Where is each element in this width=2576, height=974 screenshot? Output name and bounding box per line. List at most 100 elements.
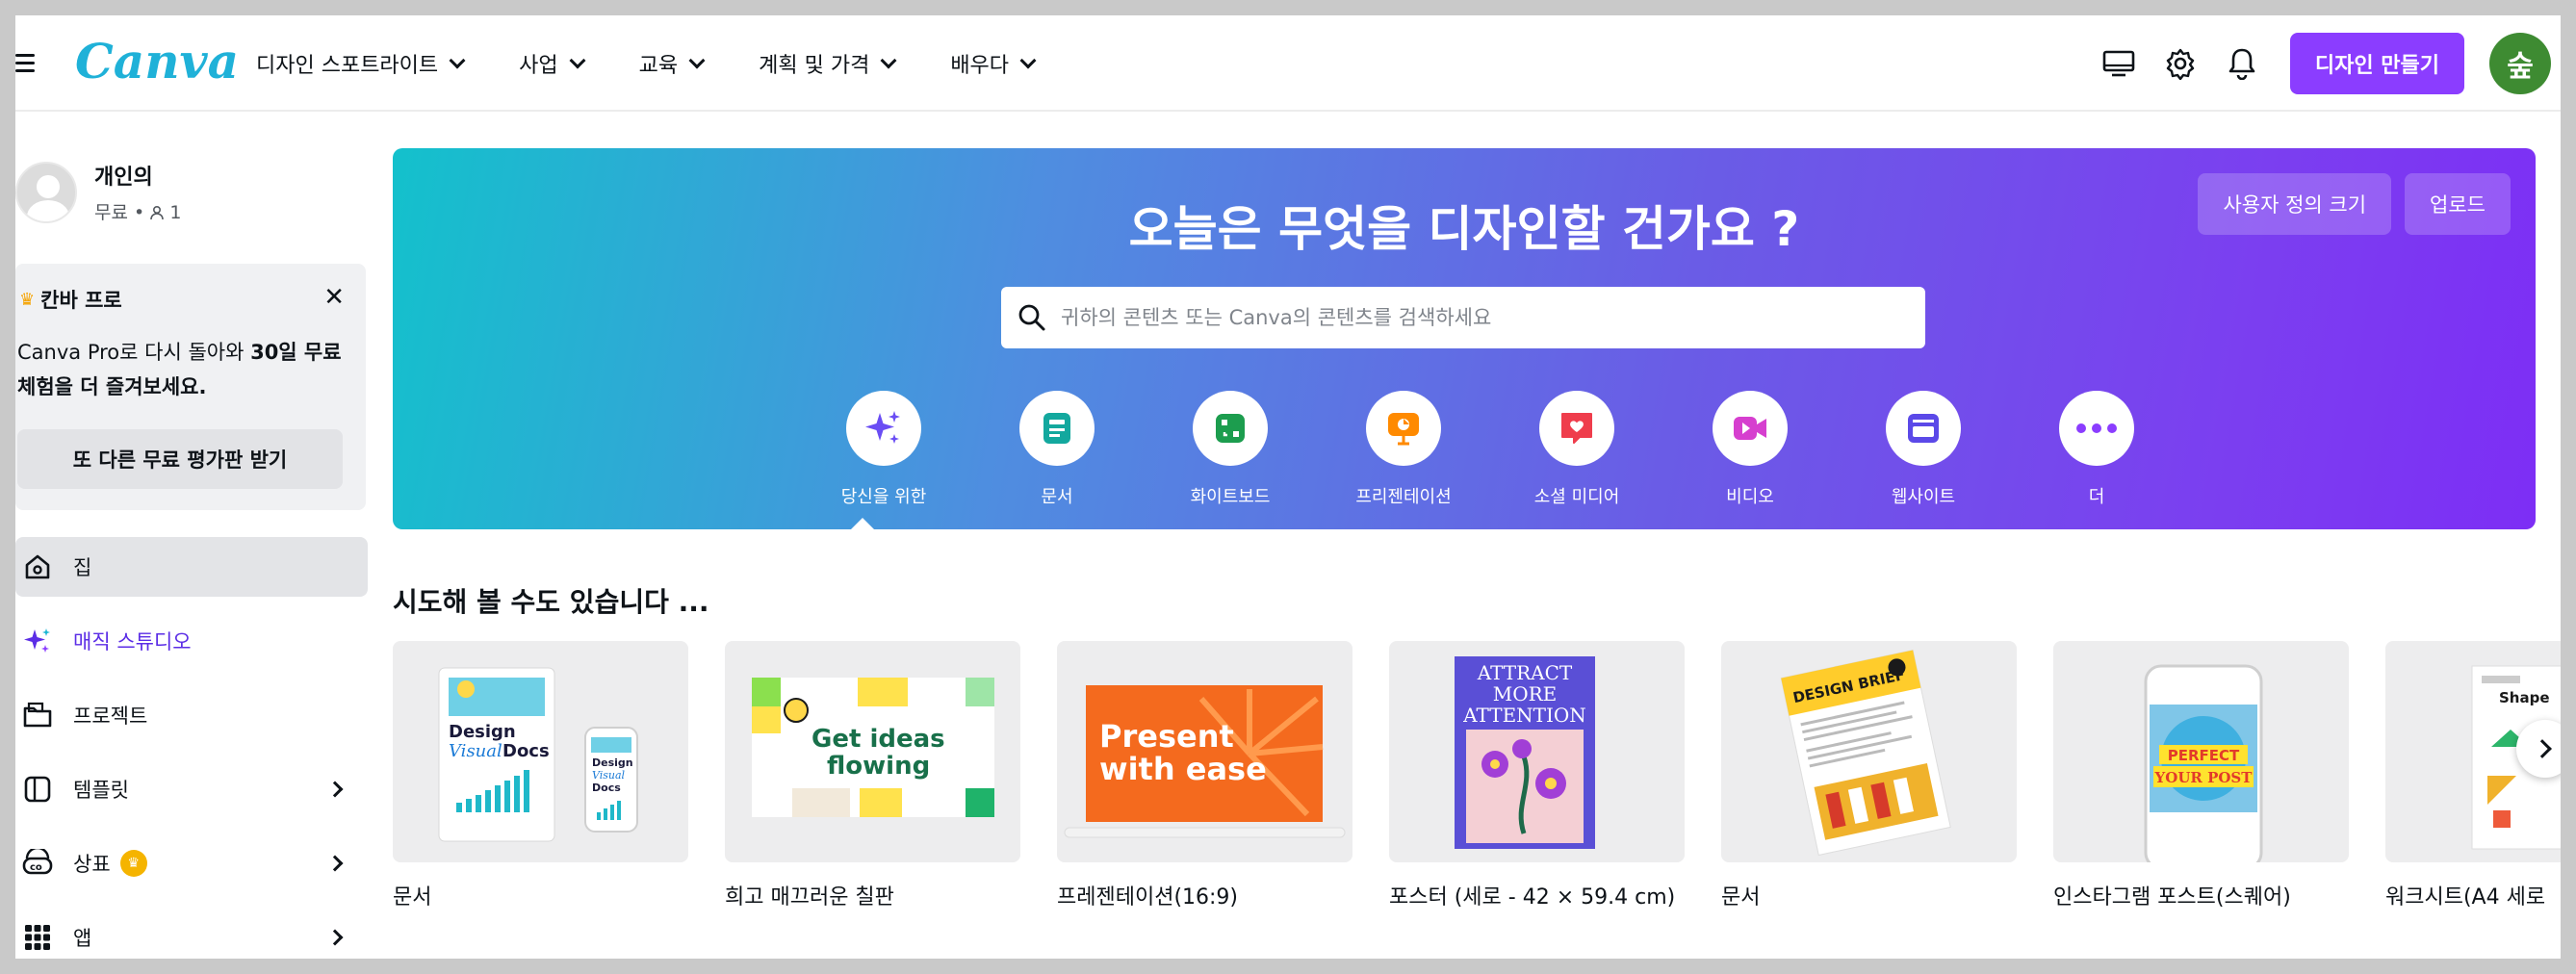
promo-body-bold: 30일 무료 [250,341,342,364]
chevron-right-icon [2533,739,2552,758]
magic-sparkle-icon [21,625,54,657]
promo-body-bold-2: 체험을 더 즐겨보세요. [17,375,207,398]
card-label: 희고 매끄러운 칠판 [725,885,894,910]
category-label: 웹사이트 [1891,487,1956,507]
sidebar-item-templates[interactable]: 템플릿 [15,759,368,819]
category-social-media[interactable]: 소셜 미디어 [1490,391,1663,508]
promo-body-text: Canva Pro로 다시 돌아와 [17,341,251,364]
svg-text:ATTENTION: ATTENTION [1462,704,1586,727]
nav-label: 디자인 스포트라이트 [256,54,439,78]
category-more[interactable]: 더 [2010,391,2183,508]
card-label: 문서 [393,885,432,910]
svg-text:co: co [30,862,42,873]
template-card[interactable]: Get ideas flowing 희고 매끄러운 칠판 [725,641,1020,910]
nav-label: 배우다 [950,54,1010,78]
poster-thumbnail: ATTRACT MORE ATTENTION [1389,641,1685,862]
document-icon [1019,391,1095,466]
sidebar: 개인의 무료 • 1 ♛ 칸바 프로 ✕ Canva Pro로 다시 돌아와 30… [15,112,381,959]
gear-icon[interactable] [2161,44,2200,83]
sidebar-menu: 집 매직 스튜디오 프로젝트 템플릿 co 상표 ♛ 앱 [15,537,368,959]
nav-education[interactable]: 교육 [639,48,706,79]
category-for-you[interactable]: 당신을 위한 [797,391,970,508]
category-docs[interactable]: 문서 [970,391,1144,508]
sidebar-item-label: 템플릿 [73,779,129,802]
profile-name: 개인의 [94,166,153,190]
separator-dot: • [134,202,151,223]
category-label: 더 [2088,487,2105,507]
sidebar-item-label: 프로젝트 [73,705,148,728]
top-nav: 디자인 스포트라이트 사업 교육 계획 및 가격 배우다 [256,15,1037,112]
upload-button[interactable]: 업로드 [2405,173,2511,235]
close-icon[interactable]: ✕ [323,283,345,312]
member-count: 1 [169,202,182,223]
svg-text:Get ideas: Get ideas [811,725,945,754]
search-input[interactable] [1061,306,1908,329]
nav-business[interactable]: 사업 [519,48,586,79]
category-website[interactable]: 웹사이트 [1837,391,2010,508]
search-icon [1018,304,1045,331]
promo-body: Canva Pro로 다시 돌아와 30일 무료체험을 더 즐겨보세요. [17,335,354,404]
category-presentation[interactable]: 프리젠테이션 [1317,391,1490,508]
chevron-down-icon [569,52,586,69]
hero-banner: 오늘은 무엇을 디자인할 건가요 ? 사용자 정의 크기 업로드 당신을 위한 … [393,148,2536,531]
search-bar[interactable] [1001,287,1925,348]
svg-text:YOUR POST: YOUR POST [2154,769,2254,786]
sidebar-item-magic-studio[interactable]: 매직 스튜디오 [15,611,368,671]
svg-text:Visual: Visual [449,741,502,761]
svg-text:Shape: Shape [2499,689,2550,706]
sidebar-item-label: 매직 스튜디오 [73,630,192,654]
home-icon [21,551,54,583]
svg-text:MORE: MORE [1493,682,1558,705]
sparkle-icon [846,391,921,466]
template-card[interactable]: PERFECT YOUR POST 인스타그램 포스트(스퀘어) [2053,641,2349,910]
whiteboard-thumbnail: Get ideas flowing [725,641,1020,862]
sidebar-item-apps[interactable]: 앱 [15,908,368,959]
canva-logo[interactable]: Canva [75,33,239,90]
menu-icon[interactable] [15,54,35,73]
brand-icon: co [21,847,54,880]
promo-title-text: 칸바 프로 [40,289,122,312]
custom-size-button[interactable]: 사용자 정의 크기 [2198,173,2392,235]
chevron-down-icon [449,52,466,69]
folder-icon [21,699,54,731]
category-label: 당신을 위한 [840,487,927,507]
create-design-button[interactable]: 디자인 만들기 [2289,33,2464,94]
svg-text:Visual: Visual [592,769,626,782]
free-trial-button[interactable]: 또 다른 무료 평가판 받기 [17,429,343,489]
chevron-right-icon [326,781,344,798]
svg-text:Design: Design [449,722,516,742]
sidebar-item-brand[interactable]: co 상표 ♛ [15,833,368,893]
category-shortcuts: 당신을 위한 문서 화이트보드 프리젠테이션 소셜 미디어 비디오 웹사이트 더 [797,391,2183,508]
promo-title: ♛ 칸바 프로 [19,285,122,314]
template-card[interactable]: ATTRACT MORE ATTENTION 포스터 (세로 - 42 × 59… [1389,641,1685,910]
nav-plans-pricing[interactable]: 계획 및 가격 [759,48,897,79]
canva-home-window: Canva 디자인 스포트라이트 사업 교육 계획 및 가격 배우다 디자인 만… [15,15,2561,959]
nav-design-spotlight[interactable]: 디자인 스포트라이트 [256,48,466,79]
template-card[interactable]: Present with ease 프레젠테이션(16:9) [1057,641,1352,910]
hero-actions: 사용자 정의 크기 업로드 [2198,173,2511,235]
suggestion-cards: Design Visual Docs Design Visual Docs 문서 [393,641,2561,910]
avatar[interactable]: 숲 [2489,33,2551,94]
chevron-right-icon [326,855,344,872]
sidebar-item-home[interactable]: 집 [15,537,368,597]
template-card[interactable]: Design Visual Docs Design Visual Docs 문서 [393,641,688,910]
bell-icon[interactable] [2223,44,2261,83]
category-whiteboard[interactable]: 화이트보드 [1144,391,1317,508]
category-label: 프리젠테이션 [1355,487,1452,507]
selected-category-indicator [849,518,876,531]
account-switcher[interactable]: 개인의 무료 • 1 [15,160,181,224]
svg-text:Design: Design [592,756,633,769]
pro-crown-badge: ♛ [119,850,147,877]
chevron-right-icon [326,929,344,946]
chevron-down-icon [688,52,706,69]
desktop-app-icon[interactable] [2099,44,2138,83]
category-video[interactable]: 비디오 [1663,391,1837,508]
template-card[interactable]: DESIGN BRIEF 문서 [1721,641,2017,910]
sidebar-item-projects[interactable]: 프로젝트 [15,685,368,745]
crown-icon: ♛ [19,289,36,310]
design-brief-thumbnail: DESIGN BRIEF [1721,641,2017,862]
top-bar: Canva 디자인 스포트라이트 사업 교육 계획 및 가격 배우다 디자인 만… [15,15,2561,112]
nav-learn[interactable]: 배우다 [950,48,1037,79]
heart-icon [1539,391,1614,466]
card-label: 프레젠테이션(16:9) [1057,885,1239,910]
